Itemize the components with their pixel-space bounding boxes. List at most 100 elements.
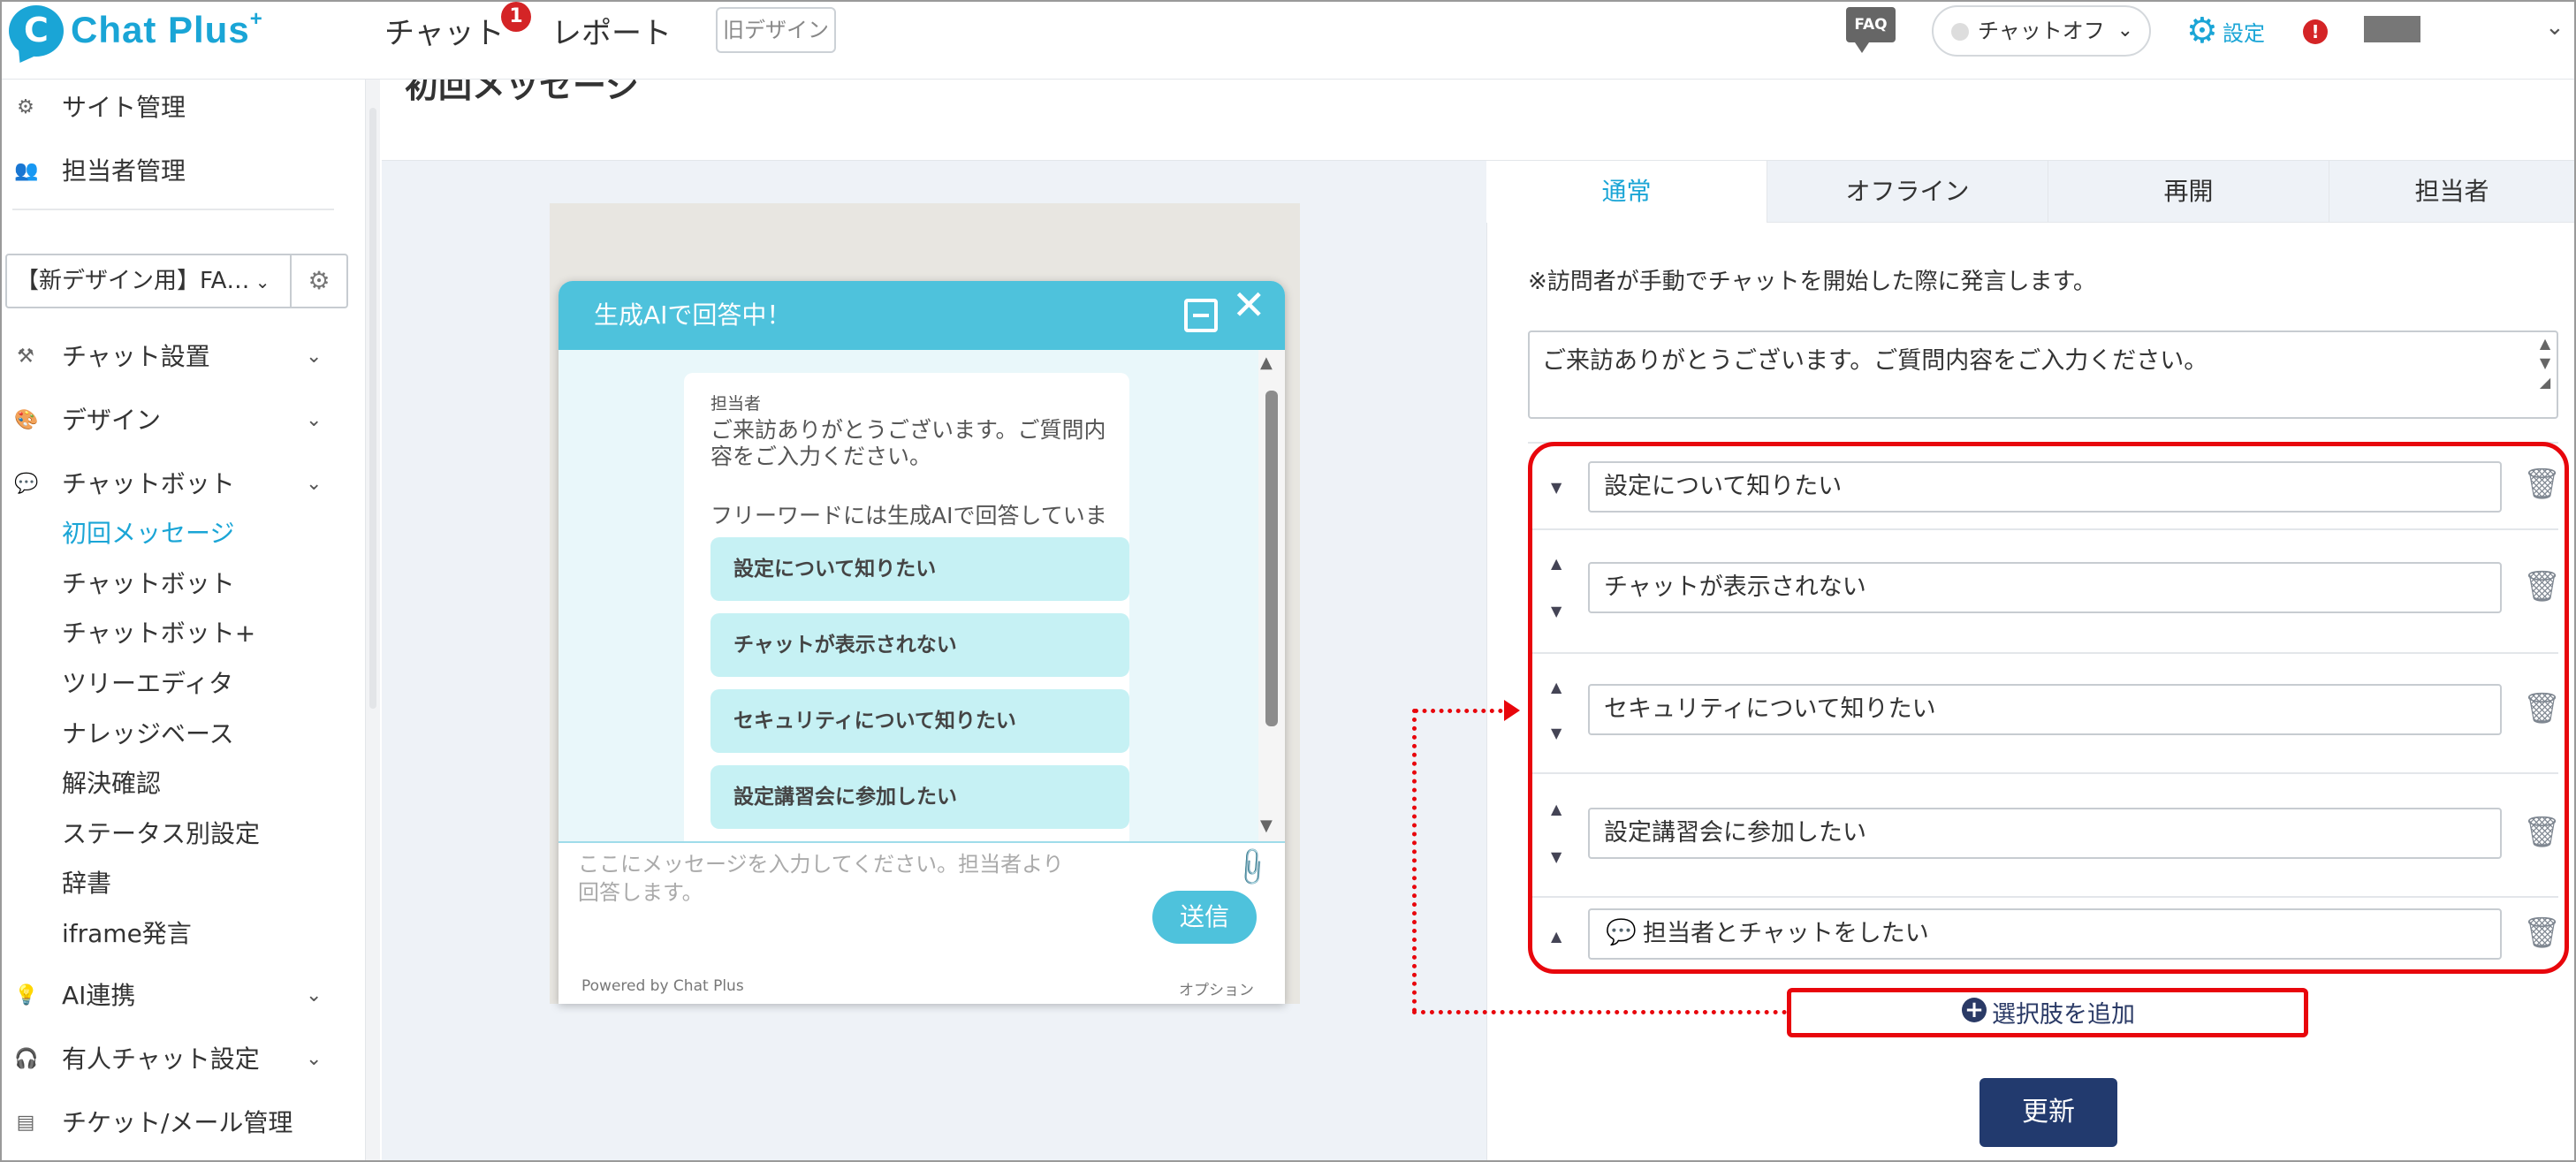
sidebar-subitem-iframe[interactable]: iframe発言 [62, 909, 192, 959]
sidebar-subitem-chatbot[interactable]: チャットボット [62, 559, 235, 609]
chat-status-label: チャットオフ [1978, 19, 2105, 43]
first-message-textarea[interactable]: ご来訪ありがとうございます。ご質問内容をご入力ください。 [1528, 330, 2558, 419]
logo-icon: C [9, 5, 64, 57]
headset-icon: 🎧 [14, 1048, 39, 1070]
sidebar-subitem-tree-editor[interactable]: ツリーエディタ [62, 659, 233, 709]
site-select[interactable]: 【新デザイン用】FA… ⌄ [5, 254, 292, 308]
widget-choice-button[interactable]: セキュリティについて知りたい [710, 689, 1129, 753]
sidebar-subitem-chatbot-plus[interactable]: チャットボット+ [62, 609, 255, 658]
sidebar-item-label: AI連携 [62, 981, 136, 1010]
scroll-up-icon[interactable]: ▲ [1260, 353, 1273, 372]
sidebar-subitem-dictionary[interactable]: 辞書 [62, 859, 111, 908]
chevron-down-icon: ⌄ [306, 409, 323, 431]
sidebar-item-label: チャット設置 [62, 342, 210, 371]
panel-note: ※訪問者が手動でチャットを開始した際に発言します。 [1528, 269, 2096, 295]
wrench-icon: ⚒ [17, 346, 34, 368]
chat-widget-preview: 生成AIで回答中！ ✕ 担当者 ご来訪ありがとうございます。ご質問内容をご入力く… [559, 281, 1285, 1004]
palette-icon: 🎨 [14, 409, 39, 431]
status-dot-icon [1951, 23, 1969, 41]
sidebar-item-label: サイト管理 [62, 93, 186, 122]
title-bar: 初回メッセージ [382, 80, 2574, 161]
sidebar-item-staff-management[interactable]: 👥 担当者管理 [2, 140, 365, 203]
user-avatar[interactable] [2364, 16, 2420, 42]
chevron-down-icon: ⌄ [306, 984, 323, 1006]
chevron-down-icon: ⌄ [249, 271, 270, 292]
sidebar-scrollbar-thumb[interactable] [369, 108, 376, 709]
widget-footer: Powered by Chat Plus オプション [559, 954, 1285, 1004]
ticket-icon: ▤ [16, 1112, 35, 1134]
logo[interactable]: Chat Plus+ [71, 7, 263, 51]
divider [12, 209, 334, 210]
annotation-arrow [1414, 709, 1511, 713]
sidebar-item-chatbot[interactable]: 💬 チャットボット ⌄ [2, 452, 365, 516]
paperclip-icon[interactable]: 📎 [1229, 845, 1274, 890]
sidebar-item-design[interactable]: 🎨 デザイン ⌄ [2, 389, 365, 452]
nav-chat[interactable]: チャット [384, 9, 505, 52]
send-button[interactable]: 送信 [1152, 891, 1257, 944]
old-design-button[interactable]: 旧デザイン [716, 7, 836, 53]
powered-by-text: Powered by Chat Plus [581, 977, 744, 995]
widget-choice-button[interactable]: チャットが表示されない [710, 613, 1129, 677]
site-select-value: 【新デザイン用】FA… [16, 268, 250, 294]
add-choice-button[interactable]: 選択肢を追加 [1992, 995, 2135, 1029]
minimize-icon[interactable] [1184, 299, 1218, 332]
widget-scrollbar-thumb[interactable] [1265, 391, 1278, 726]
message-sender: 担当者 [710, 394, 762, 414]
sidebar-subitem-first-message[interactable]: 初回メッセージ [62, 509, 234, 558]
chevron-down-icon: ⌄ [2116, 19, 2133, 42]
site-settings-gear-icon[interactable]: ⚙ [290, 254, 348, 308]
plus-circle-icon[interactable]: + [1962, 998, 1987, 1022]
sidebar-item-label: チャットボット [62, 469, 235, 498]
sidebar-subitem-resolution-check[interactable]: 解決確認 [62, 759, 161, 809]
widget-header: 生成AIで回答中！ ✕ [559, 281, 1285, 350]
tab-staff[interactable]: 担当者 [2329, 161, 2574, 223]
sidebar-item-ticket-mail[interactable]: ▤ チケット/メール管理 [2, 1091, 365, 1155]
chat-icon: 💬 [14, 473, 39, 495]
tab-resume[interactable]: 再開 [2048, 161, 2329, 223]
page-title: 初回メッセージ [405, 80, 640, 105]
annotation-arrow [1412, 1010, 1787, 1014]
chevron-down-icon: ⌄ [306, 1048, 323, 1070]
sidebar-subitem-knowledge-base[interactable]: ナレッジベース [62, 710, 234, 759]
settings-link[interactable]: 設定 [2223, 16, 2265, 47]
update-button[interactable]: 更新 [1979, 1078, 2117, 1147]
annotation-arrow [1412, 709, 1417, 1013]
sidebar: ⚙ サイト管理 👥 担当者管理 【新デザイン用】FA… ⌄ ⚙ ⚒ チャット設置… [2, 80, 366, 1160]
users-icon: 👥 [14, 160, 39, 182]
scroll-down-icon[interactable]: ▼ [1260, 816, 1273, 835]
sidebar-item-ai-integration[interactable]: 💡 AI連携 ⌄ [2, 964, 365, 1028]
chat-status-select[interactable]: チャットオフ ⌄ [1932, 5, 2151, 57]
widget-body: 担当者 ご来訪ありがとうございます。ご質問内容をご入力ください。 フリーワードに… [559, 350, 1285, 850]
sidebar-item-site-management[interactable]: ⚙ サイト管理 [2, 80, 365, 140]
close-icon[interactable]: ✕ [1232, 281, 1266, 329]
nav-report[interactable]: レポート [551, 9, 672, 52]
message-text: ご来訪ありがとうございます。ご質問内容をご入力ください。 [710, 417, 1106, 469]
chevron-down-icon[interactable]: ⌄ [2545, 14, 2565, 41]
widget-choice-button[interactable]: 設定について知りたい [710, 537, 1129, 601]
faq-icon[interactable]: FAQ [1846, 7, 1896, 53]
widget-input-area[interactable]: ここにメッセージを入力してください。担当者より回答します。 📎 送信 [559, 841, 1285, 954]
textarea-scrollbar[interactable]: ▲ ▼ ◢ [2534, 334, 2556, 414]
gears-icon: ⚙ [17, 96, 34, 118]
message-input-placeholder[interactable]: ここにメッセージを入力してください。担当者より回答します。 [578, 850, 1073, 907]
alert-icon[interactable]: ! [2303, 19, 2328, 44]
gear-icon[interactable]: ⚙ [2186, 11, 2218, 51]
option-link[interactable]: オプション [1179, 977, 1254, 999]
widget-title: 生成AIで回答中！ [594, 300, 792, 330]
top-bar: C Chat Plus+ チャット 1 レポート 旧デザイン FAQ チャットオ… [2, 2, 2574, 80]
arrow-head-icon [1504, 700, 1520, 721]
message-bubble: 担当者 ご来訪ありがとうございます。ご質問内容をご入力ください。 フリーワードに… [684, 373, 1129, 850]
bulb-icon: 💡 [14, 984, 39, 1006]
sidebar-item-label: デザイン [62, 406, 162, 435]
chevron-down-icon: ⌄ [306, 346, 323, 368]
sidebar-item-label: 有人チャット設定 [62, 1044, 260, 1074]
tab-bar: 通常 オフライン 再開 担当者 [1486, 161, 2574, 223]
sidebar-item-chat-install[interactable]: ⚒ チャット設置 ⌄ [2, 325, 365, 389]
sidebar-item-label: チケット/メール管理 [62, 1108, 293, 1137]
sidebar-subitem-status-settings[interactable]: ステータス別設定 [62, 809, 260, 859]
tab-normal[interactable]: 通常 [1486, 161, 1767, 223]
sidebar-item-live-chat-settings[interactable]: 🎧 有人チャット設定 ⌄ [2, 1028, 365, 1091]
tab-offline[interactable]: オフライン [1767, 161, 2048, 223]
widget-choice-button[interactable]: 設定講習会に参加したい [710, 765, 1129, 829]
sidebar-item-label: 担当者管理 [62, 156, 186, 186]
